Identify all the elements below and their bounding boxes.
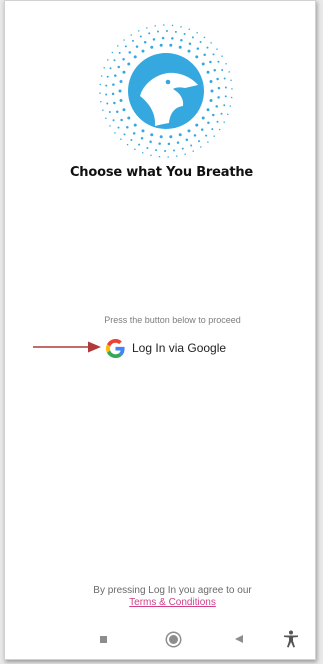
android-nav-bar <box>0 626 323 652</box>
agreement-text: By pressing Log In you agree to our <box>93 585 252 596</box>
terms-link[interactable]: Terms & Conditions <box>0 597 323 608</box>
home-icon[interactable] <box>160 626 186 652</box>
app-logo-icon <box>99 24 233 158</box>
google-login-label: Log In via Google <box>132 341 227 355</box>
google-g-icon <box>106 338 125 358</box>
red-arrow-annotation-icon <box>33 341 101 353</box>
back-icon[interactable] <box>226 626 252 652</box>
recent-apps-icon[interactable] <box>90 626 116 652</box>
proceed-hint: Press the button below to proceed <box>104 315 241 325</box>
app-title: Choose what You Breathe <box>69 165 254 180</box>
google-login-button[interactable]: Log In via Google <box>106 337 226 359</box>
accessibility-icon[interactable] <box>278 626 304 652</box>
